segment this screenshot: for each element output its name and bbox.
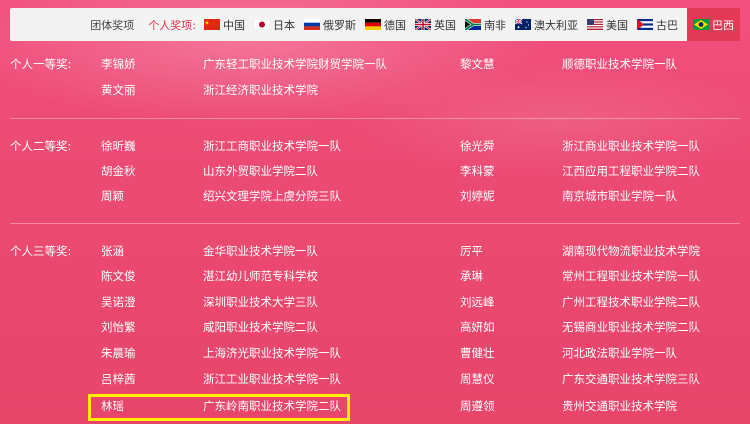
winner-name: 高妍如 — [460, 320, 495, 334]
flag-south-africa-icon — [465, 19, 481, 30]
flag-cuba-icon — [637, 19, 653, 30]
section-divider — [10, 118, 740, 119]
tab-label: 美国 — [606, 18, 628, 32]
winner-name: 周颖 — [101, 189, 124, 203]
tab-label: 巴西 — [712, 18, 734, 32]
winner-name: 徐光舜 — [460, 139, 495, 153]
winner-school: 广州工程技术职业学院二队 — [562, 295, 700, 309]
tab-label: 俄罗斯 — [323, 18, 356, 32]
winner-name: 承琳 — [460, 269, 483, 283]
winner-name: 刘怡繁 — [101, 320, 136, 334]
winner-school: 河北政法职业学院一队 — [562, 346, 677, 360]
winner-school: 绍兴文理学院上虞分院三队 — [203, 189, 341, 203]
flag-brazil-icon — [693, 19, 709, 30]
winner-school: 浙江商业职业技术学院一队 — [562, 139, 700, 153]
winner-school: 山东外贸职业学院二队 — [203, 164, 318, 178]
tab-label: 德国 — [384, 18, 406, 32]
winner-name: 李锦娇 — [101, 57, 136, 71]
flag-japan-icon — [254, 19, 270, 30]
tab-usa[interactable]: 美国 — [587, 8, 628, 41]
tab-label: 英国 — [434, 18, 456, 32]
flag-china-icon — [204, 19, 220, 30]
winner-school: 湛江幼儿师范专科学校 — [203, 269, 318, 283]
flag-germany-icon — [365, 19, 381, 30]
tab-china[interactable]: 中国 — [204, 8, 245, 41]
winner-name: 曹健壮 — [460, 346, 495, 360]
flag-russia-icon — [304, 19, 320, 30]
first-prize-title: 个人一等奖: — [10, 57, 72, 71]
winner-school: 无锡商业职业技术学院二队 — [562, 320, 700, 334]
winner-name: 徐昕巍 — [101, 139, 136, 153]
tab-south-africa[interactable]: 南非 — [465, 8, 506, 41]
winner-school: 浙江经济职业技术学院 — [203, 83, 318, 97]
tab-brazil[interactable]: 巴西 — [687, 8, 740, 41]
winner-name: 张涵 — [101, 244, 124, 258]
tab-japan[interactable]: 日本 — [254, 8, 295, 41]
team-award-link[interactable]: 团体奖项 — [90, 17, 134, 33]
flag-uk-icon — [415, 19, 431, 30]
winner-school: 金华职业技术学院一队 — [203, 244, 318, 258]
winner-school: 常州工程职业技术学院一队 — [562, 269, 700, 283]
section-divider — [10, 223, 740, 224]
tab-label: 日本 — [273, 18, 295, 32]
second-prize-title: 个人二等奖: — [10, 139, 72, 153]
tab-cuba[interactable]: 古巴 — [637, 8, 678, 41]
winner-school: 深圳职业技术大学三队 — [203, 295, 318, 309]
winner-name: 周慧仪 — [460, 372, 495, 386]
winner-name: 吕梓茜 — [101, 372, 136, 386]
winner-name: 刘婷妮 — [460, 189, 495, 203]
winner-name: 胡金秋 — [101, 164, 136, 178]
highlight-box — [88, 394, 350, 421]
tab-australia[interactable]: 澳大利亚 — [515, 8, 578, 41]
winner-name: 周遵领 — [460, 399, 495, 413]
winner-name: 朱晨瑜 — [101, 346, 136, 360]
tab-label: 古巴 — [656, 18, 678, 32]
winner-name: 黎文慧 — [460, 57, 495, 71]
individual-award-label: 个人奖项: — [148, 18, 196, 32]
winner-school: 浙江工业职业技术学院一队 — [203, 372, 341, 386]
award-nav-bar: 团体奖项 个人奖项: 中国 日本 俄罗斯 德国 英国 南非 澳大利亚 美国 古巴… — [10, 8, 740, 41]
tab-uk[interactable]: 英国 — [415, 8, 456, 41]
tab-label: 中国 — [223, 18, 245, 32]
tab-russia[interactable]: 俄罗斯 — [304, 8, 356, 41]
winner-school: 贵州交通职业技术学院 — [562, 399, 677, 413]
winner-school: 上海济光职业技术学院一队 — [203, 346, 341, 360]
winner-school: 顺德职业技术学院一队 — [562, 57, 677, 71]
flag-australia-icon — [515, 19, 531, 30]
winner-name: 黄文丽 — [101, 83, 136, 97]
winner-school: 广东交通职业技术学院三队 — [562, 372, 700, 386]
winner-school: 广东轻工职业技术学院财贸学院一队 — [203, 57, 387, 71]
third-prize-title: 个人三等奖: — [10, 244, 72, 258]
tab-label: 南非 — [484, 18, 506, 32]
winner-name: 厉平 — [460, 244, 483, 258]
winner-name: 陈文俊 — [101, 269, 136, 283]
winner-school: 湖南现代物流职业技术学院 — [562, 244, 700, 258]
tab-germany[interactable]: 德国 — [365, 8, 406, 41]
winner-school: 咸阳职业技术学院二队 — [203, 320, 318, 334]
winner-school: 江西应用工程职业学院二队 — [562, 164, 700, 178]
winner-name: 李科蒙 — [460, 164, 495, 178]
tab-label: 澳大利亚 — [534, 18, 578, 32]
winner-school: 浙江工商职业技术学院一队 — [203, 139, 341, 153]
winner-name: 刘远峰 — [460, 295, 495, 309]
flag-usa-icon — [587, 19, 603, 30]
winner-school: 南京城市职业学院一队 — [562, 189, 677, 203]
winner-name: 吴诺澄 — [101, 295, 136, 309]
